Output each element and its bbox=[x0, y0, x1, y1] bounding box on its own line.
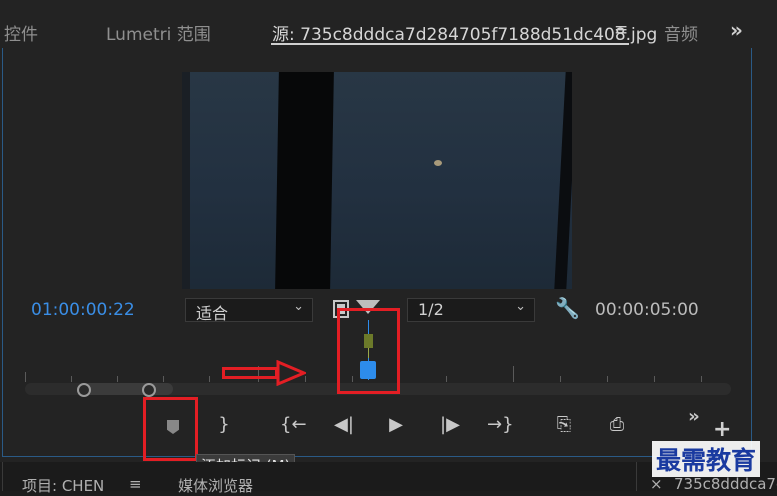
annotation-box-marker bbox=[143, 397, 198, 461]
zoom-level-select[interactable]: 适合 ⌄ bbox=[185, 298, 313, 323]
tab-effect-controls[interactable]: 控件 bbox=[4, 20, 38, 45]
tab-project-menu-icon[interactable]: ≡ bbox=[129, 475, 142, 493]
chevron-down-icon: ⌄ bbox=[515, 299, 526, 314]
annotation-arrow-body bbox=[222, 367, 278, 379]
watermark-logo: 最需教育 bbox=[652, 441, 761, 477]
scrollbar-thumb[interactable] bbox=[83, 383, 173, 395]
tab-project[interactable]: 项目: CHEN bbox=[22, 475, 104, 496]
button-editor-plus-icon[interactable]: + bbox=[713, 417, 731, 442]
video-preview bbox=[182, 72, 572, 289]
tab-file[interactable]: 735c8dddca7d bbox=[674, 475, 777, 493]
tab-overflow-icon[interactable]: » bbox=[730, 18, 743, 42]
scrollbar-right-handle[interactable] bbox=[142, 383, 156, 397]
resolution-select[interactable]: 1/2 ⌄ bbox=[407, 298, 535, 322]
insert-button[interactable]: ⎘ bbox=[551, 414, 577, 435]
tab-media-browser[interactable]: 媒体浏览器 bbox=[178, 475, 253, 496]
close-icon[interactable]: × bbox=[650, 475, 663, 493]
play-button[interactable]: ▶ bbox=[383, 414, 409, 435]
panel-tab-bar: 控件 Lumetri 范围 源: 735c8dddca7d284705f7188… bbox=[0, 0, 777, 48]
go-to-in-button[interactable]: {← bbox=[280, 414, 307, 435]
tab-menu-icon[interactable]: ≡ bbox=[614, 20, 628, 40]
active-tab-indicator bbox=[271, 43, 629, 45]
duration-timecode: 00:00:05:00 bbox=[595, 300, 699, 320]
tab-lumetri-scopes[interactable]: Lumetri 范围 bbox=[106, 20, 211, 45]
chevron-down-icon: ⌄ bbox=[293, 299, 304, 314]
tab-audio[interactable]: 音频 bbox=[664, 20, 698, 45]
more-buttons-icon[interactable]: » bbox=[681, 406, 707, 427]
wrench-settings-icon[interactable]: 🔧 bbox=[555, 296, 580, 320]
mark-out-button[interactable]: } bbox=[211, 414, 237, 435]
go-to-out-button[interactable]: →} bbox=[487, 414, 514, 435]
annotation-box-playhead bbox=[337, 308, 400, 394]
step-back-button[interactable]: ◀| bbox=[331, 414, 357, 435]
video-dark-post bbox=[275, 72, 334, 289]
source-monitor-panel: 控件 Lumetri 范围 源: 735c8dddca7d284705f7188… bbox=[0, 0, 777, 495]
scrollbar-left-handle[interactable] bbox=[77, 383, 91, 397]
annotation-arrow-icon bbox=[276, 360, 306, 386]
video-moon bbox=[434, 160, 442, 166]
overwrite-button[interactable]: ⎙ bbox=[604, 414, 630, 435]
step-forward-button[interactable]: |▶ bbox=[437, 414, 463, 435]
playhead-timecode[interactable]: 01:00:00:22 bbox=[31, 300, 135, 320]
tab-source[interactable]: 源: 735c8dddca7d284705f7188d51dc408.jpg bbox=[272, 20, 657, 45]
